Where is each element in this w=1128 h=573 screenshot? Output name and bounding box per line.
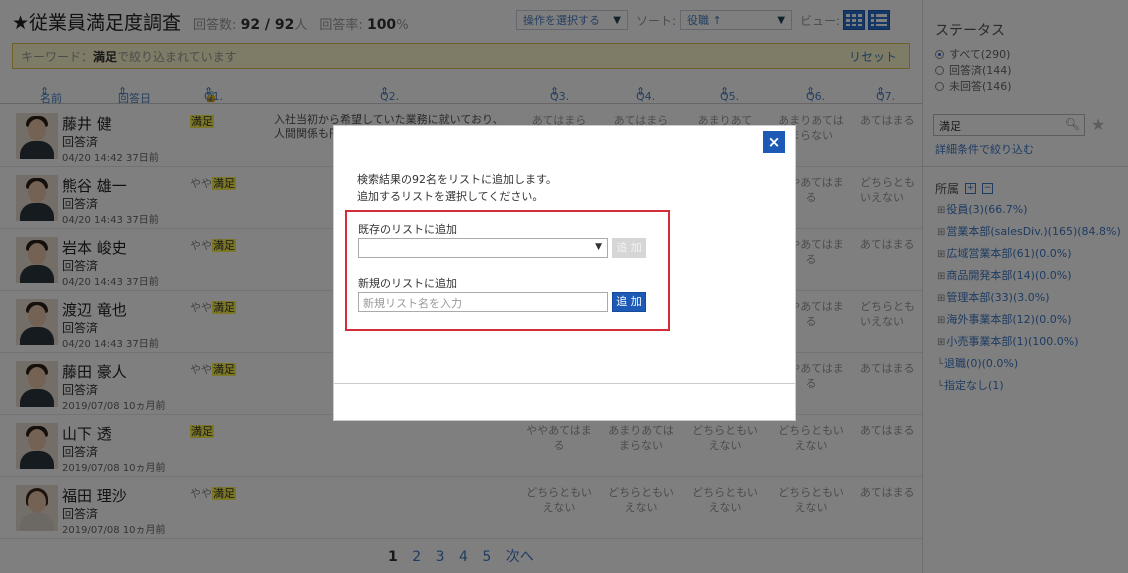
existing-list-label: 既存のリストに追加 <box>358 223 457 236</box>
add-to-list-dialog: × 検索結果の92名をリストに追加します。 追加するリストを選択してください。 … <box>333 125 796 421</box>
existing-list-select[interactable]: ▼ <box>358 238 608 258</box>
add-existing-button[interactable]: 追 加 <box>612 238 646 258</box>
add-new-button[interactable]: 追 加 <box>612 292 646 312</box>
page: ★従業員満足度調査 回答数: 92 / 92人 回答率: 100% 操作を選択す… <box>0 0 1128 573</box>
list-options-box: 既存のリストに追加 ▼ 追 加 新規のリストに追加 新規リスト名を入力 追 加 <box>345 210 670 331</box>
new-list-label: 新規のリストに追加 <box>358 277 457 290</box>
chevron-down-icon: ▼ <box>595 242 602 252</box>
dialog-message: 検索結果の92名をリストに追加します。 追加するリストを選択してください。 <box>357 173 557 203</box>
close-button[interactable]: × <box>763 131 785 153</box>
new-list-name-input[interactable]: 新規リスト名を入力 <box>358 292 608 312</box>
dialog-footer-divider <box>334 383 795 384</box>
